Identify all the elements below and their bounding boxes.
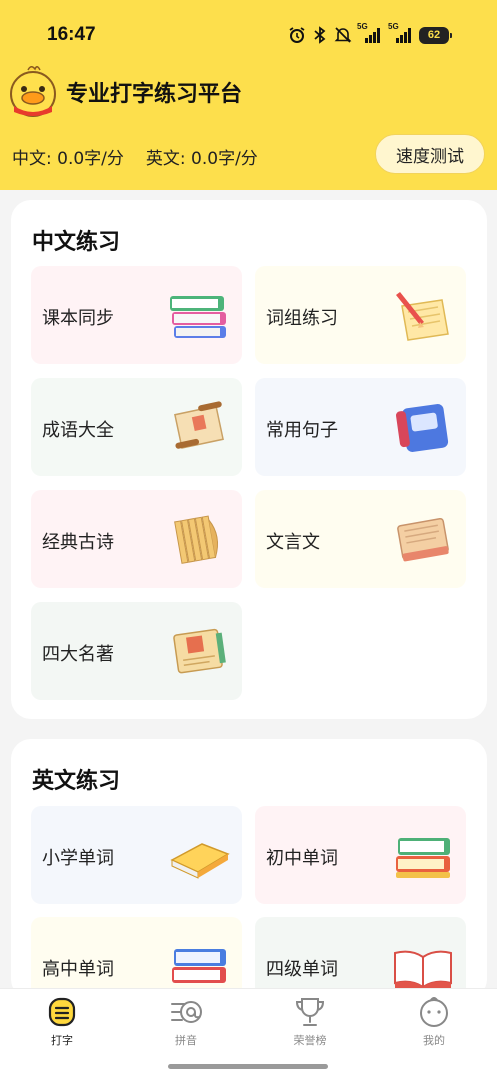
tile-label: 文言文 [266,532,320,553]
battery-icon: 62 [419,26,452,44]
typing-icon [45,995,79,1029]
network-label-1: 5G [357,22,368,31]
chinese-speed: 中文: 0.0字/分 [12,149,124,169]
tile-primary-words[interactable]: 小学单词 [31,806,242,904]
tile-classic-poems[interactable]: 经典古诗 [31,490,242,588]
tile-label: 初中单词 [266,848,338,869]
nav-label: 拼音 [175,1034,197,1047]
tile-label: 成语大全 [42,420,114,441]
duck-logo-icon [8,62,58,118]
tile-label: 词组练习 [266,308,338,329]
mute-icon [334,26,352,44]
status-icons: 5G 5G 62 [288,22,452,46]
tile-phrase-practice[interactable]: 词组练习 [255,266,466,364]
nav-pinyin[interactable]: 拼音 [146,995,226,1051]
pencil-paper-icon [392,286,454,344]
classic-novel-icon [168,622,230,680]
bluetooth-icon [311,26,329,44]
tile-four-classics[interactable]: 四大名著 [31,602,242,700]
tile-classical-chinese[interactable]: 文言文 [255,490,466,588]
tile-common-sentences[interactable]: 常用句子 [255,378,466,476]
alarm-icon [288,26,306,44]
tile-label: 课本同步 [42,308,114,329]
green-book-stack-icon [392,826,454,884]
english-practice-card: 英文练习 小学单词 初中单词 高中单词 四级单词 [11,739,487,1015]
profile-icon [417,995,451,1029]
network-label-2: 5G [388,22,399,31]
tile-label: 经典古诗 [42,532,114,553]
tile-label: 四级单词 [266,959,338,980]
chinese-practice-card: 中文练习 课本同步 词组练习 成语大全 常用句子 经典古诗 文言文 四大名著 [11,200,487,719]
tile-textbook-sync[interactable]: 课本同步 [31,266,242,364]
nav-honor-list[interactable]: 荣誉榜 [270,995,350,1051]
nav-profile[interactable]: 我的 [394,995,474,1051]
app-title: 专业打字练习平台 [66,82,243,107]
speed-stats: 中文: 0.0字/分 英文: 0.0字/分 [12,144,258,169]
yellow-book-icon [168,826,230,884]
blue-notebook-icon [392,398,454,456]
app-header: 16:47 5G 5G 62 专业打字练习平台 中文: 0.0字/分 英文: 0… [0,0,497,190]
tile-junior-words[interactable]: 初中单词 [255,806,466,904]
status-bar: 16:47 5G 5G 62 [0,0,497,60]
tile-label: 高中单词 [42,959,114,980]
chinese-section-title: 中文练习 [32,230,121,255]
blue-red-book-stack-icon [168,937,230,995]
open-book-icon [392,937,454,995]
speed-test-button[interactable]: 速度测试 [375,134,485,174]
tile-idioms[interactable]: 成语大全 [31,378,242,476]
ancient-book-icon [392,510,454,568]
tile-label: 常用句子 [266,420,338,441]
nav-label: 我的 [423,1034,445,1047]
status-time: 16:47 [47,24,96,45]
nav-label: 荣誉榜 [293,1034,327,1047]
english-section-title: 英文练习 [32,769,121,794]
trophy-icon [293,995,327,1029]
bamboo-slip-icon [168,510,230,568]
nav-label: 打字 [51,1034,73,1047]
english-speed: 英文: 0.0字/分 [145,149,258,169]
signal-icon-2: 5G [388,22,414,44]
nav-typing[interactable]: 打字 [22,995,102,1051]
pinyin-icon [169,995,203,1029]
textbook-stack-icon [168,286,230,344]
tile-label: 四大名著 [42,644,114,665]
scroll-icon [168,398,230,456]
tile-label: 小学单词 [42,848,114,869]
signal-icon-1: 5G [357,22,383,44]
home-indicator[interactable] [168,1064,328,1069]
